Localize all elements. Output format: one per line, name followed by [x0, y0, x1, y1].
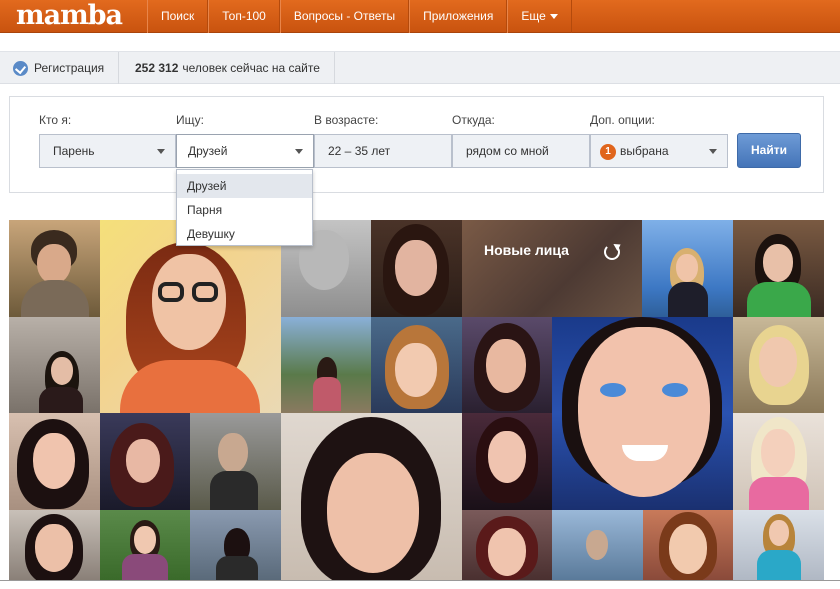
profile-photo[interactable]	[190, 413, 281, 510]
mamba-logo[interactable]: mamba	[16, 1, 123, 31]
seek-select[interactable]: Друзей	[176, 134, 314, 168]
age-range-field[interactable]: 22 – 35 лет	[314, 134, 452, 168]
dropdown-option-guy[interactable]: Парня	[177, 198, 312, 222]
profile-photo[interactable]	[733, 413, 824, 510]
chevron-down-icon	[295, 149, 303, 154]
find-button[interactable]: Найти	[737, 133, 801, 168]
check-circle-icon	[13, 60, 28, 76]
profile-photo[interactable]	[733, 317, 824, 413]
profile-photo[interactable]	[100, 220, 281, 413]
dropdown-option-friends[interactable]: Друзей	[177, 174, 312, 198]
profile-photo[interactable]	[9, 413, 100, 510]
seek-dropdown-menu: Друзей Парня Девушку	[176, 169, 313, 246]
new-faces-tile[interactable]: Новые лица	[462, 220, 642, 317]
profile-photo[interactable]	[190, 510, 281, 580]
nav-top100[interactable]: Топ-100	[208, 0, 280, 33]
profile-photo[interactable]	[733, 220, 824, 317]
profile-photo[interactable]	[371, 220, 462, 317]
profile-photo[interactable]	[552, 317, 733, 510]
nav-apps[interactable]: Приложения	[409, 0, 508, 33]
nav-search[interactable]: Поиск	[147, 0, 209, 33]
profile-photo[interactable]	[281, 317, 371, 413]
nav-questions-answers[interactable]: Вопросы - Ответы	[279, 0, 410, 33]
main-nav: Поиск Топ-100 Вопросы - Ответы Приложени…	[147, 0, 572, 33]
top-bar: mamba Поиск Топ-100 Вопросы - Ответы При…	[0, 0, 840, 33]
register-link[interactable]: Регистрация	[0, 52, 120, 84]
nav-more[interactable]: Еще	[507, 0, 572, 33]
refresh-icon[interactable]	[604, 244, 620, 260]
options-label: Доп. опции:	[590, 113, 655, 127]
search-panel: Кто я: Парень Ищу: Друзей В возрасте: 22…	[9, 96, 824, 193]
profile-photo[interactable]	[733, 510, 824, 580]
seek-value: Друзей	[188, 144, 228, 158]
profile-photo[interactable]	[9, 317, 100, 413]
age-value: 22 – 35 лет	[328, 144, 391, 158]
profile-photo[interactable]	[462, 413, 552, 510]
info-bar: Регистрация 252 312 человек сейчас на са…	[0, 51, 840, 84]
profile-photo[interactable]	[100, 413, 190, 510]
options-select[interactable]: 1 выбрана	[590, 134, 728, 168]
profile-photo[interactable]	[642, 220, 733, 317]
profile-photo[interactable]	[462, 317, 552, 413]
profile-photo[interactable]	[281, 413, 462, 580]
location-value: рядом со мной	[466, 144, 549, 158]
online-counter: 252 312 человек сейчас на сайте	[121, 52, 335, 84]
new-faces-label: Новые лица	[484, 242, 569, 258]
options-count-badge: 1	[600, 143, 616, 160]
profile-photo[interactable]	[371, 317, 462, 413]
photo-grid: Новые лица	[9, 220, 824, 580]
who-label: Кто я:	[39, 113, 72, 127]
who-value: Парень	[53, 144, 95, 158]
options-value: выбрана	[620, 144, 669, 158]
profile-photo[interactable]	[552, 510, 643, 580]
from-label: Откуда:	[452, 113, 495, 127]
dropdown-option-girl[interactable]: Девушку	[177, 222, 312, 246]
seek-label: Ищу:	[176, 113, 204, 127]
divider	[0, 580, 840, 581]
register-label: Регистрация	[34, 61, 105, 75]
who-select[interactable]: Парень	[39, 134, 176, 168]
profile-photo[interactable]	[462, 510, 552, 580]
profile-photo[interactable]	[9, 510, 100, 580]
online-count: 252 312	[135, 61, 179, 75]
profile-photo[interactable]	[643, 510, 733, 580]
location-field[interactable]: рядом со мной	[452, 134, 590, 168]
chevron-down-icon	[709, 149, 717, 154]
online-text: человек сейчас на сайте	[182, 61, 320, 75]
chevron-down-icon	[157, 149, 165, 154]
age-label: В возрасте:	[314, 113, 379, 127]
profile-photo[interactable]	[100, 510, 190, 580]
nav-more-label: Еще	[521, 9, 546, 23]
profile-photo[interactable]	[9, 220, 100, 317]
chevron-down-icon	[549, 14, 558, 20]
